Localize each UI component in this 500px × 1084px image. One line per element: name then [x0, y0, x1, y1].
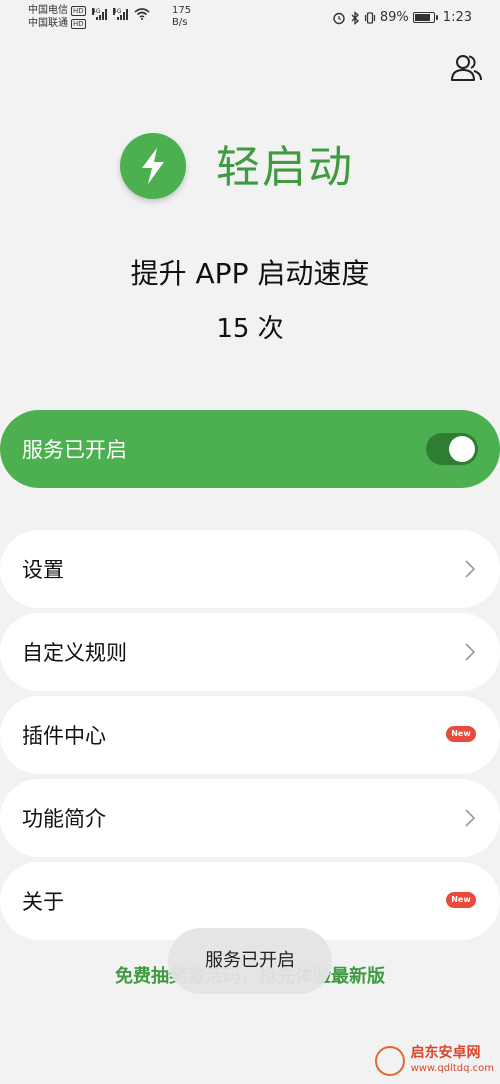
menu-item-label: 功能简介 — [22, 807, 106, 831]
app-name: 轻启动 — [216, 142, 354, 193]
menu-item-plugin-center[interactable]: 插件中心 New — [0, 696, 500, 774]
wifi-icon — [134, 8, 150, 20]
watermark-title: 启东安卓网 — [410, 1045, 481, 1061]
chevron-right-icon — [465, 643, 476, 661]
hd-badge: HD — [71, 18, 86, 29]
menu-item-settings[interactable]: 设置 — [0, 530, 500, 608]
chevron-right-icon — [465, 809, 476, 827]
net-speed: 175 B/s — [172, 5, 192, 28]
service-toggle[interactable] — [426, 433, 478, 465]
toast-message: 服务已开启 — [168, 928, 332, 994]
menu-item-label: 插件中心 — [22, 724, 106, 748]
carrier-1: 中国电信 — [28, 5, 68, 16]
vibrate-icon — [364, 11, 375, 24]
menu-item-label: 自定义规则 — [22, 641, 127, 665]
menu-item-custom-rules[interactable]: 自定义规则 — [0, 613, 500, 691]
chevron-right-icon — [465, 560, 476, 578]
menu-item-feature-intro[interactable]: 功能简介 — [0, 779, 500, 857]
watermark-url: www.qdltdq.com — [410, 1063, 494, 1074]
carrier-2: 中国联通 — [28, 18, 68, 29]
signal-group: 4G 4G — [92, 8, 150, 20]
launch-count: 15 次 — [216, 314, 284, 344]
signal-icon: 4G — [92, 8, 107, 20]
watermark-logo-icon — [374, 1046, 405, 1076]
menu-item-label: 关于 — [22, 890, 64, 914]
signal-icon: 4G — [113, 8, 128, 20]
toggle-knob — [449, 436, 475, 462]
new-badge: New — [446, 726, 476, 742]
service-status-label: 服务已开启 — [22, 438, 127, 462]
clock: 1:23 — [442, 10, 472, 25]
watermark: 启东安卓网 www.qdltdq.com — [374, 1045, 494, 1076]
status-bar: 中国电信 HD 中国联通 HD 4G 4G 175 B/s 89% 1:23 — [0, 0, 500, 36]
battery-percent: 89% — [379, 10, 409, 25]
battery-icon — [412, 12, 438, 23]
service-status-card[interactable]: 服务已开启 — [0, 410, 500, 488]
app-logo — [120, 133, 186, 199]
bluetooth-icon — [351, 10, 359, 25]
lightning-icon — [142, 148, 164, 184]
status-right: 89% 1:23 — [332, 10, 472, 25]
hd-badge: HD — [71, 5, 86, 16]
users-icon[interactable] — [448, 50, 484, 86]
menu-item-label: 设置 — [22, 558, 64, 582]
new-badge: New — [446, 892, 476, 908]
tagline: 提升 APP 启动速度 — [130, 257, 370, 290]
alarm-icon — [333, 12, 345, 24]
carrier-info: 中国电信 HD 中国联通 HD — [28, 4, 86, 30]
